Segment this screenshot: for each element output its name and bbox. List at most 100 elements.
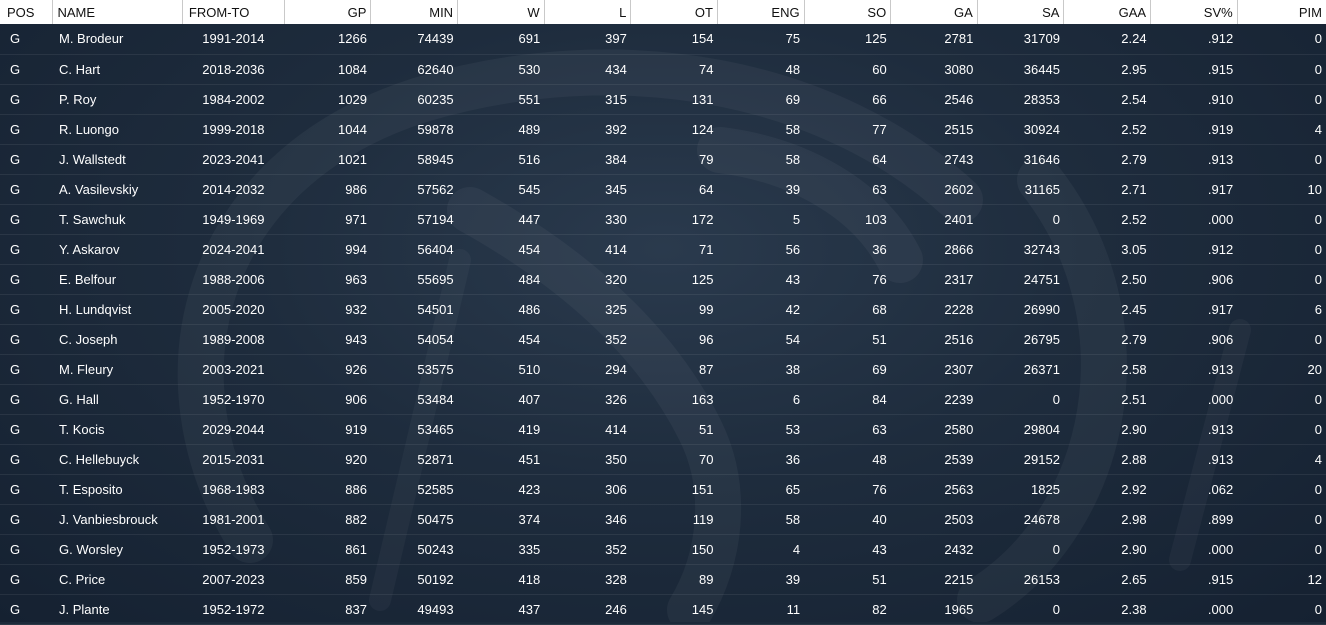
cell-ot: 51 bbox=[698, 421, 714, 437]
cell-svp: .913 bbox=[1207, 151, 1234, 167]
column-header-ot[interactable]: OT bbox=[630, 0, 718, 24]
cell-gaa: 3.05 bbox=[1121, 241, 1147, 257]
cell-name[interactable]: Y. Askarov bbox=[53, 234, 182, 264]
table-row[interactable]: G E. Belfour 1988-2006 963 55695 484 320 125 43 7… bbox=[0, 264, 1326, 294]
cell-name[interactable]: E. Belfour bbox=[53, 264, 182, 294]
cell-gp: 932 bbox=[345, 301, 367, 317]
table-row[interactable]: G G. Worsley 1952-1973 861 50243 335 352 150 4 43… bbox=[0, 534, 1326, 564]
table-row[interactable]: G M. Brodeur 1991-2014 1266 74439 691 397 154 75… bbox=[0, 24, 1326, 54]
cell-svp: .913 bbox=[1207, 451, 1234, 467]
cell-name[interactable]: J. Wallstedt bbox=[53, 144, 182, 174]
cell-pim: 0 bbox=[1314, 391, 1322, 407]
cell-gp: 837 bbox=[345, 601, 367, 617]
table-row[interactable]: G T. Sawchuk 1949-1969 971 57194 447 330 172 5 10… bbox=[0, 204, 1326, 234]
cell-pos: G bbox=[10, 421, 21, 437]
cell-so: 103 bbox=[865, 211, 887, 227]
table-row[interactable]: G H. Lundqvist 2005-2020 932 54501 486 325 99 42… bbox=[0, 294, 1326, 324]
table-row[interactable]: G T. Kocis 2029-2044 919 53465 419 414 51 53 63 25… bbox=[0, 414, 1326, 444]
cell-name[interactable]: M. Fleury bbox=[53, 354, 182, 384]
column-header-ga[interactable]: GA bbox=[890, 0, 978, 24]
cell-name[interactable]: P. Roy bbox=[53, 84, 182, 114]
column-header-name[interactable]: NAME bbox=[52, 0, 183, 24]
cell-pim: 0 bbox=[1314, 151, 1322, 167]
column-header-w[interactable]: W bbox=[457, 0, 545, 24]
table-row[interactable]: G C. Joseph 1989-2008 943 54054 454 352 96 54 51 2… bbox=[0, 324, 1326, 354]
cell-l: 414 bbox=[605, 421, 627, 437]
cell-l: 326 bbox=[605, 391, 627, 407]
table-row[interactable]: G A. Vasilevskiy 2014-2032 986 57562 545 345 64… bbox=[0, 174, 1326, 204]
cell-ot: 89 bbox=[698, 571, 714, 587]
cell-pos: G bbox=[10, 181, 21, 197]
cell-name[interactable]: T. Esposito bbox=[53, 474, 182, 504]
column-header-svp[interactable]: SV% bbox=[1150, 0, 1238, 24]
cell-eng: 11 bbox=[786, 601, 801, 617]
cell-name[interactable]: J. Vanbiesbrouck bbox=[53, 504, 182, 534]
table-row[interactable]: G C. Price 2007-2023 859 50192 418 328 89 39 51 22… bbox=[0, 564, 1326, 594]
cell-fromto: 2024-2041 bbox=[202, 241, 265, 257]
table-row[interactable]: G M. Fleury 2003-2021 926 53575 510 294 87 38 69 2… bbox=[0, 354, 1326, 384]
table-row[interactable]: G J. Vanbiesbrouck 1981-2001 882 50475 374 346… bbox=[0, 504, 1326, 534]
table-row[interactable]: G T. Esposito 1968-1983 886 52585 423 306 151 65… bbox=[0, 474, 1326, 504]
table-row[interactable]: G R. Luongo 1999-2018 1044 59878 489 392 124 58 7… bbox=[0, 114, 1326, 144]
column-header-gaa[interactable]: GAA bbox=[1063, 0, 1152, 24]
column-header-pos[interactable]: POS bbox=[0, 0, 54, 24]
column-header-fromto[interactable]: FROM-TO bbox=[182, 0, 285, 24]
column-header-gp[interactable]: GP bbox=[284, 0, 372, 24]
cell-name[interactable]: M. Brodeur bbox=[53, 24, 182, 54]
column-header-so[interactable]: SO bbox=[804, 0, 892, 24]
cell-ga: 2580 bbox=[944, 421, 974, 437]
cell-ga: 2239 bbox=[944, 391, 974, 407]
cell-name[interactable]: G. Hall bbox=[53, 384, 182, 414]
table-row[interactable]: G J. Plante 1952-1972 837 49493 437 246 145 11 82… bbox=[0, 594, 1326, 624]
column-header-sa[interactable]: SA bbox=[977, 0, 1065, 24]
cell-name[interactable]: T. Sawchuk bbox=[53, 204, 182, 234]
cell-name[interactable]: C. Price bbox=[53, 564, 182, 594]
cell-name[interactable]: H. Lundqvist bbox=[53, 294, 182, 324]
cell-svp: .906 bbox=[1207, 331, 1234, 347]
cell-l: 306 bbox=[605, 481, 627, 497]
cell-name[interactable]: J. Plante bbox=[53, 594, 182, 624]
table-body: G M. Brodeur 1991-2014 1266 74439 691 397 154 75… bbox=[0, 24, 1326, 624]
cell-sa: 0 bbox=[1052, 601, 1060, 617]
cell-eng: 6 bbox=[792, 391, 801, 407]
cell-svp: .912 bbox=[1207, 31, 1234, 47]
cell-ga: 2546 bbox=[944, 91, 974, 107]
cell-gaa: 2.90 bbox=[1121, 421, 1147, 437]
cell-min: 57562 bbox=[417, 181, 454, 197]
table-row[interactable]: G Y. Askarov 2024-2041 994 56404 454 414 71 56 36… bbox=[0, 234, 1326, 264]
cell-ga: 2563 bbox=[944, 481, 974, 497]
column-header-eng[interactable]: ENG bbox=[717, 0, 805, 24]
cell-pos: G bbox=[10, 361, 21, 377]
cell-eng: 36 bbox=[785, 451, 801, 467]
cell-svp: .000 bbox=[1207, 601, 1234, 617]
cell-min: 55695 bbox=[417, 271, 454, 287]
column-header-l[interactable]: L bbox=[544, 0, 632, 24]
cell-min: 50475 bbox=[417, 511, 454, 527]
cell-name[interactable]: G. Worsley bbox=[53, 534, 182, 564]
cell-pim: 0 bbox=[1314, 91, 1322, 107]
cell-gp: 859 bbox=[345, 571, 367, 587]
cell-pim: 0 bbox=[1314, 271, 1322, 287]
cell-name[interactable]: C. Hellebuyck bbox=[53, 444, 182, 474]
table-row[interactable]: G P. Roy 1984-2002 1029 60235 551 315 131 69 66 25… bbox=[0, 84, 1326, 114]
cell-so: 69 bbox=[872, 361, 887, 377]
cell-so: 76 bbox=[872, 271, 887, 287]
cell-so: 64 bbox=[872, 151, 887, 167]
cell-min: 54054 bbox=[417, 331, 454, 347]
cell-name[interactable]: A. Vasilevskiy bbox=[53, 174, 182, 204]
table-row[interactable]: G J. Wallstedt 2023-2041 1021 58945 516 384 79 5… bbox=[0, 144, 1326, 174]
cell-w: 545 bbox=[518, 181, 541, 197]
cell-w: 437 bbox=[518, 601, 541, 617]
table-row[interactable]: G C. Hart 2018-2036 1084 62640 530 434 74 48 60 30… bbox=[0, 54, 1326, 84]
column-header-pim[interactable]: PIM bbox=[1237, 0, 1326, 24]
cell-name[interactable]: T. Kocis bbox=[53, 414, 182, 444]
cell-name[interactable]: C. Joseph bbox=[53, 324, 182, 354]
cell-name[interactable]: C. Hart bbox=[53, 54, 182, 84]
column-header-min[interactable]: MIN bbox=[370, 0, 459, 24]
cell-pim: 4 bbox=[1314, 451, 1322, 467]
table-row[interactable]: G G. Hall 1952-1970 906 53484 407 326 163 6 84 223… bbox=[0, 384, 1326, 414]
cell-w: 691 bbox=[518, 31, 541, 47]
table-row[interactable]: G C. Hellebuyck 2015-2031 920 52871 451 350 70 3… bbox=[0, 444, 1326, 474]
cell-pos: G bbox=[10, 61, 21, 77]
cell-name[interactable]: R. Luongo bbox=[53, 114, 182, 144]
